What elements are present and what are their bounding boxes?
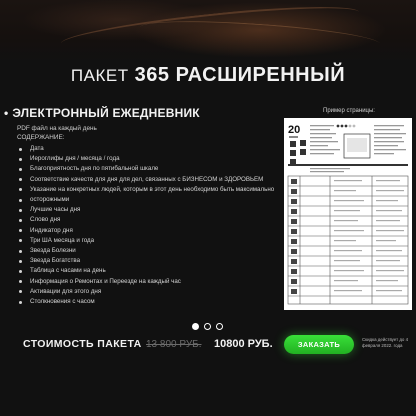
list-item: Благоприятность дня по пятибальной шкале bbox=[17, 164, 279, 174]
contents-list: Дата Иероглифы дня / месяца / года Благо… bbox=[17, 144, 279, 307]
title-main: 365 РАСШИРЕННЫЙ bbox=[134, 64, 346, 86]
carousel-dot[interactable] bbox=[216, 323, 223, 330]
list-item: Дата bbox=[17, 144, 279, 154]
example-page-thumbnail: 20 bbox=[284, 118, 412, 310]
list-item: Указание на конкретных людей, которым в … bbox=[17, 185, 279, 195]
carousel-dot[interactable] bbox=[204, 323, 211, 330]
list-item: Иероглифы дня / месяца / года bbox=[17, 154, 279, 164]
list-item: Лучшие часы дня bbox=[17, 205, 279, 215]
example-label: Пример страницы: bbox=[323, 108, 375, 114]
section-title-text: ЭЛЕКТРОННЫЙ ЕЖЕДНЕВНИК bbox=[12, 106, 200, 120]
section-title: • ЭЛЕКТРОННЫЙ ЕЖЕДНЕВНИК bbox=[4, 106, 200, 120]
new-price: 10800 РУБ. bbox=[214, 338, 273, 350]
contents-label: СОДЕРЖАНИЕ: bbox=[17, 134, 65, 141]
list-item: Индикатор дня bbox=[17, 226, 279, 236]
carousel-dot[interactable] bbox=[192, 323, 199, 330]
example-day-number: 20 bbox=[288, 124, 300, 136]
discount-note: Скидка действует до 4 февраля 2022. года bbox=[362, 337, 409, 348]
list-item: Соответствие качеств для дня для дел, св… bbox=[17, 175, 279, 185]
list-item: Таблица с часами на день bbox=[17, 266, 279, 276]
title-prefix: ПАКЕТ bbox=[70, 66, 129, 85]
price-label: СТОИМОСТЬ ПАКЕТА bbox=[23, 338, 142, 350]
carousel-dots bbox=[192, 323, 232, 333]
list-item: осторожными bbox=[17, 195, 279, 205]
page-title: ПАКЕТ 365 РАСШИРЕННЫЙ bbox=[0, 64, 416, 87]
section-description: PDF файл на каждый день bbox=[17, 125, 97, 132]
bullet-icon: • bbox=[4, 106, 9, 120]
list-item: Слово дня bbox=[17, 215, 279, 225]
list-item: Три ША месяца и года bbox=[17, 236, 279, 246]
list-item: Информация о Ремонтах и Переезде на кажд… bbox=[17, 277, 279, 287]
list-item: Звезда Богатства bbox=[17, 256, 279, 266]
list-item: Столкновения с часом bbox=[17, 297, 279, 307]
old-price: 13 800 РУБ. bbox=[146, 339, 202, 350]
list-item: Активации для этого дня bbox=[17, 287, 279, 297]
order-button[interactable]: ЗАКАЗАТЬ bbox=[284, 335, 354, 354]
list-item: Звезда Болезни bbox=[17, 246, 279, 256]
example-page-image[interactable]: 20 bbox=[284, 118, 412, 310]
hero-banner bbox=[0, 0, 416, 62]
